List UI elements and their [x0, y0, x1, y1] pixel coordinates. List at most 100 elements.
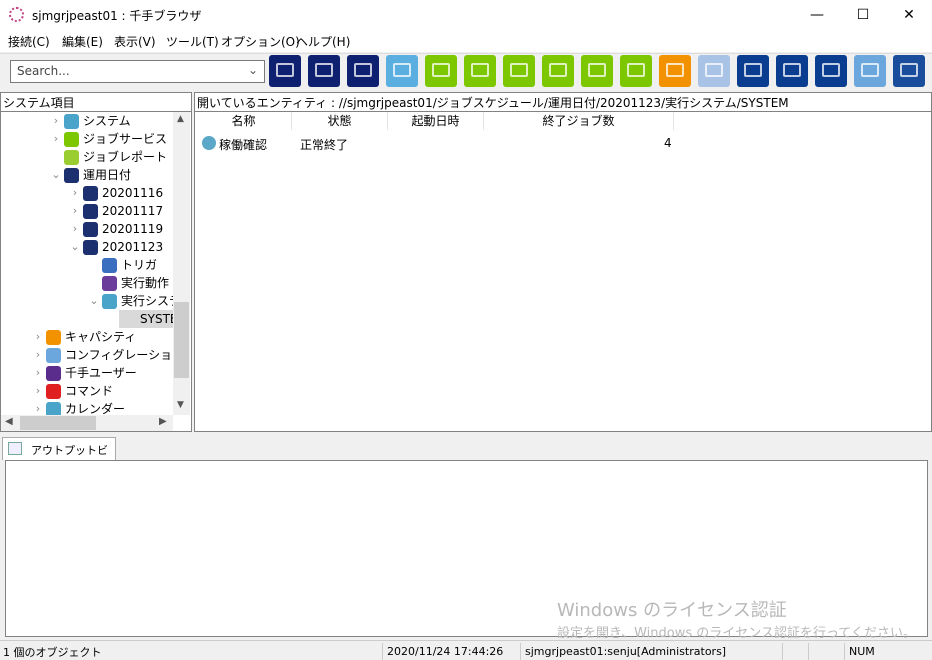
tree-item[interactable]: SYSTEM: [1, 310, 173, 328]
tree-hscroll-thumb[interactable]: [20, 416, 96, 430]
status-bar: 1 個のオブジェクト 2020/11/24 17:44:26 sjmgrjpea…: [0, 640, 932, 660]
tree-item[interactable]: ⌄ 実行システ: [1, 292, 173, 310]
menu-options[interactable]: オプション(O): [221, 33, 300, 50]
tree-vscroll-thumb[interactable]: [174, 302, 189, 378]
tree-item[interactable]: ⌄ 20201123: [1, 238, 173, 256]
expand-arrow-icon[interactable]: ›: [70, 220, 80, 238]
tree-item[interactable]: › コマンド: [1, 382, 173, 400]
minimize-button[interactable]: —: [794, 0, 840, 30]
tree-hscrollbar[interactable]: ◀ ▶: [1, 415, 173, 431]
entity-path: 開いているエンティティ : //sjmgrjpeast01/ジョブスケジュール/…: [197, 96, 789, 110]
output-area[interactable]: [5, 460, 928, 637]
tree-item-label: 実行システ: [121, 294, 173, 308]
gear-job-icon[interactable]: [425, 55, 457, 87]
expand-arrow-icon[interactable]: ›: [70, 202, 80, 220]
gear-export-icon[interactable]: [737, 55, 769, 87]
status-datetime: 2020/11/24 17:44:26: [382, 643, 517, 660]
system-icon: [64, 114, 79, 129]
bar-chart-icon[interactable]: [659, 55, 691, 87]
tree-vscrollbar[interactable]: ▲ ▼: [173, 112, 190, 415]
monitor-icon[interactable]: [308, 55, 340, 87]
tree-item[interactable]: トリガ: [1, 256, 173, 274]
menu-help[interactable]: ヘルプ(H): [296, 33, 350, 50]
column-name[interactable]: 名称: [196, 112, 292, 130]
status-objects: 1 個のオブジェクト: [3, 646, 102, 659]
job-camera-icon[interactable]: [503, 55, 535, 87]
expand-arrow-icon[interactable]: ›: [33, 364, 43, 382]
tree-item[interactable]: › システム: [1, 112, 173, 130]
command-icon: [46, 384, 61, 399]
expand-arrow-icon[interactable]: ›: [33, 382, 43, 400]
expand-arrow-icon[interactable]: ›: [33, 346, 43, 364]
tree-item-label: コマンド: [65, 384, 114, 398]
table-row[interactable]: 稼働確認 正常終了 4: [200, 134, 900, 152]
menu-view[interactable]: 表示(V): [114, 33, 156, 50]
tree-item-label: 運用日付: [83, 168, 132, 182]
expand-arrow-icon[interactable]: ›: [33, 400, 43, 415]
menu-tools[interactable]: ツール(T): [166, 33, 219, 50]
tree-pane: システム項目 › システム › ジョブサービス ジョブレポート ⌄ 運用日付 › 2020111…: [0, 92, 192, 432]
tree-item[interactable]: › ジョブサービス: [1, 130, 173, 148]
tree-item-label: 20201123: [102, 240, 164, 254]
tree-item-label: 20201117: [102, 204, 164, 218]
expand-arrow-icon[interactable]: ›: [51, 130, 61, 148]
log-icon[interactable]: [854, 55, 886, 87]
collapse-arrow-icon[interactable]: ⌄: [51, 166, 61, 184]
app-icon: [9, 7, 24, 22]
close-button[interactable]: ✕: [886, 0, 932, 30]
search-combobox[interactable]: Search... ⌄: [10, 60, 265, 83]
collapse-arrow-icon[interactable]: ⌄: [89, 292, 99, 310]
tree-item[interactable]: ⌄ 運用日付: [1, 166, 173, 184]
column-status[interactable]: 状態: [292, 112, 388, 130]
tree-item-label: 20201119: [102, 222, 164, 236]
collapse-arrow-icon[interactable]: ⌄: [70, 238, 80, 256]
tree-item[interactable]: › キャパシティ: [1, 328, 173, 346]
column-completed-jobs[interactable]: 終了ジョブ数: [484, 112, 674, 130]
tree-item[interactable]: › 20201119: [1, 220, 173, 238]
scroll-left-icon[interactable]: ◀: [5, 416, 13, 427]
scroll-down-icon[interactable]: ▼: [177, 400, 184, 410]
cell-count: 4: [664, 136, 672, 150]
config-icon[interactable]: [698, 55, 730, 87]
activation-watermark-text: 設定を開き、Windows のライセンス認証を行ってください。: [557, 626, 916, 641]
column-start-time[interactable]: 起動日時: [388, 112, 484, 130]
user-icon: [46, 366, 61, 381]
monitor-check-icon[interactable]: [542, 55, 574, 87]
expand-arrow-icon[interactable]: ›: [51, 112, 61, 130]
expand-arrow-icon[interactable]: ›: [70, 184, 80, 202]
expand-arrow-icon[interactable]: ›: [33, 328, 43, 346]
check-export-icon[interactable]: [776, 55, 808, 87]
tab-output-view[interactable]: アウトプットビュー: [2, 437, 116, 473]
tree-item-label: トリガ: [121, 258, 158, 272]
tree-item[interactable]: › 千手ユーザー: [1, 364, 173, 382]
tree-item[interactable]: › 20201117: [1, 202, 173, 220]
chart-report-icon[interactable]: [581, 55, 613, 87]
calendar-icon: [64, 168, 79, 183]
job-service-icon: [64, 132, 79, 147]
tree-item[interactable]: 実行動作: [1, 274, 173, 292]
maximize-button[interactable]: ☐: [840, 0, 886, 30]
tree-item[interactable]: › 20201116: [1, 184, 173, 202]
scroll-up-icon[interactable]: ▲: [177, 114, 184, 124]
scroll-right-icon[interactable]: ▶: [159, 416, 167, 427]
job-check-icon[interactable]: [464, 55, 496, 87]
tree-item-label: キャパシティ: [65, 330, 137, 344]
cell-status: 正常終了: [300, 138, 349, 152]
tree-item[interactable]: › コンフィグレーション: [1, 346, 173, 364]
radar-icon[interactable]: [893, 55, 925, 87]
gantt-icon[interactable]: [620, 55, 652, 87]
tree-item[interactable]: › カレンダー: [1, 400, 173, 415]
message-icon[interactable]: [386, 55, 418, 87]
monitor-stack-icon[interactable]: [347, 55, 379, 87]
tree-item[interactable]: ジョブレポート: [1, 148, 173, 166]
menu-connect[interactable]: 接続(C): [8, 33, 50, 50]
chevron-down-icon[interactable]: ⌄: [248, 63, 258, 77]
monitor-grid-icon[interactable]: [269, 55, 301, 87]
status-scroll: [808, 643, 844, 660]
tree-item-label: ジョブサービス: [83, 132, 168, 146]
calendar-icon: [83, 240, 98, 255]
camera-export-icon[interactable]: [815, 55, 847, 87]
menu-edit[interactable]: 編集(E): [62, 33, 103, 50]
output-icon: [8, 442, 22, 455]
calendar-icon: [83, 204, 98, 219]
